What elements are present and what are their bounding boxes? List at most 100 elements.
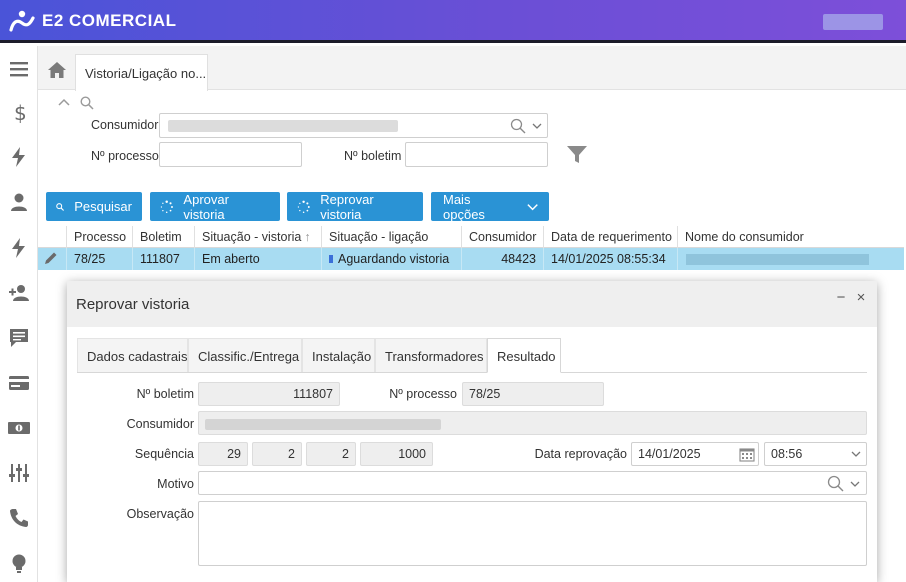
col-situacao-vistoria-label: Situação - vistoria bbox=[202, 230, 302, 244]
tab-instalacao[interactable]: Instalação bbox=[302, 338, 375, 373]
dollar-icon[interactable]: $ bbox=[0, 97, 38, 127]
menu-icon[interactable] bbox=[0, 54, 38, 84]
processo-input[interactable] bbox=[159, 142, 302, 167]
col-nome-consumidor[interactable]: Nome do consumidor bbox=[677, 226, 904, 248]
cell-consumidor: 48423 bbox=[461, 248, 543, 270]
sequencia-field-1: 29 bbox=[198, 442, 248, 466]
calendar-icon[interactable] bbox=[739, 447, 755, 462]
col-situacao-ligacao[interactable]: Situação - ligação bbox=[321, 226, 461, 248]
chevron-down-icon[interactable] bbox=[850, 481, 860, 488]
col-data-requerimento[interactable]: Data de requerimento bbox=[543, 226, 677, 248]
observacao-label: Observação bbox=[126, 507, 194, 521]
grid-header: Processo Boletim Situação - vistoria ↑ Si… bbox=[38, 226, 904, 248]
processo-field: 78/25 bbox=[462, 382, 604, 406]
consumidor-label: Consumidor bbox=[126, 417, 194, 431]
search-icon[interactable] bbox=[510, 118, 526, 134]
processo-label: Nº processo bbox=[389, 387, 457, 401]
cell-situacao-ligacao-text: Aguardando vistoria bbox=[338, 252, 450, 266]
bolt-icon[interactable] bbox=[0, 233, 38, 263]
reprovar-vistoria-dialog: Reprovar vistoria − × Dados cadastrais C… bbox=[67, 281, 877, 582]
aprovar-vistoria-label: Aprovar vistoria bbox=[183, 191, 229, 222]
processo-label: Nº processo bbox=[91, 149, 159, 163]
card-icon[interactable] bbox=[0, 368, 38, 398]
app-title: E2 COMERCIAL bbox=[42, 11, 177, 30]
data-reprovacao-value: 14/01/2025 bbox=[638, 447, 701, 461]
mais-opcoes-button[interactable]: Mais opções bbox=[431, 191, 549, 222]
brand-logo[interactable]: E2 COMERCIAL bbox=[9, 9, 176, 33]
sliders-icon[interactable] bbox=[0, 458, 38, 488]
consumidor-label: Consumidor bbox=[91, 118, 159, 132]
mais-opcoes-label: Mais opções bbox=[443, 191, 485, 222]
reprovar-vistoria-button[interactable]: Reprovar vistoria bbox=[287, 191, 423, 222]
chevron-down-icon[interactable] bbox=[532, 123, 542, 130]
home-icon[interactable] bbox=[46, 60, 68, 80]
hora-value: 08:56 bbox=[771, 447, 803, 461]
consumidor-field bbox=[198, 411, 867, 435]
hora-select[interactable]: 08:56 bbox=[764, 442, 867, 466]
sequencia-field-4: 1000 bbox=[360, 442, 433, 466]
user-add-icon[interactable] bbox=[0, 278, 38, 308]
tab-transformadores[interactable]: Transformadores bbox=[375, 338, 487, 373]
col-consumidor[interactable]: Consumidor bbox=[461, 226, 543, 248]
phone-icon[interactable] bbox=[0, 503, 38, 533]
nome-consumidor-redacted bbox=[686, 254, 869, 265]
data-reprovacao-input[interactable]: 14/01/2025 bbox=[631, 442, 759, 466]
chevron-down-icon[interactable] bbox=[851, 451, 861, 458]
app-header: E2 COMERCIAL bbox=[0, 0, 906, 43]
tab-divider bbox=[77, 372, 867, 373]
tab-vistoria-ligacao[interactable]: Vistoria/Ligação no... bbox=[75, 54, 208, 91]
cell-processo: 78/25 bbox=[66, 248, 132, 270]
sidebar: $ bbox=[0, 46, 38, 582]
user-name-redacted[interactable] bbox=[823, 14, 883, 30]
tab-dados-cadastrais[interactable]: Dados cadastrais bbox=[77, 338, 188, 373]
consumidor-value-redacted bbox=[205, 419, 441, 430]
cell-situacao-vistoria: Em aberto bbox=[194, 248, 321, 270]
cell-data-requerimento: 14/01/2025 08:55:34 bbox=[543, 248, 677, 270]
user-icon[interactable] bbox=[0, 187, 38, 217]
boletim-field: 111807 bbox=[198, 382, 340, 406]
col-situacao-vistoria[interactable]: Situação - vistoria ↑ bbox=[194, 226, 321, 248]
sequencia-field-3: 2 bbox=[306, 442, 356, 466]
spinner-icon bbox=[160, 199, 173, 213]
motivo-select[interactable] bbox=[198, 471, 867, 495]
data-reprovacao-label: Data reprovação bbox=[534, 447, 627, 461]
filter-panel: Consumidor Nº processo Nº boletim bbox=[38, 90, 906, 190]
sequencia-label: Sequência bbox=[134, 447, 194, 461]
sort-arrow-icon: ↑ bbox=[304, 230, 311, 244]
minimize-button[interactable]: − bbox=[833, 289, 849, 306]
status-marker-icon bbox=[329, 255, 333, 263]
filter-icon[interactable] bbox=[566, 145, 588, 168]
close-button[interactable]: × bbox=[853, 289, 869, 306]
col-boletim[interactable]: Boletim bbox=[132, 226, 194, 248]
comment-icon[interactable] bbox=[0, 323, 38, 353]
pesquisar-label: Pesquisar bbox=[74, 199, 132, 214]
bolt-icon[interactable] bbox=[0, 142, 38, 172]
dialog-header: Reprovar vistoria − × bbox=[67, 281, 877, 327]
motivo-label: Motivo bbox=[157, 477, 194, 491]
collapse-chevron-icon[interactable] bbox=[58, 96, 70, 110]
observacao-textarea[interactable] bbox=[198, 501, 867, 566]
reprovar-vistoria-label: Reprovar vistoria bbox=[320, 191, 374, 222]
bulb-icon[interactable] bbox=[0, 548, 38, 578]
cell-situacao-ligacao: Aguardando vistoria bbox=[321, 248, 461, 270]
spinner-icon bbox=[297, 200, 310, 213]
tab-resultado[interactable]: Resultado bbox=[487, 338, 561, 373]
tab-classific-entrega[interactable]: Classific./Entrega bbox=[188, 338, 302, 373]
cell-boletim: 111807 bbox=[132, 248, 194, 270]
pesquisar-button[interactable]: Pesquisar bbox=[46, 192, 142, 221]
aprovar-vistoria-button[interactable]: Aprovar vistoria bbox=[150, 191, 280, 222]
tab-bar: Vistoria/Ligação no... bbox=[38, 46, 906, 91]
boletim-label: Nº boletim bbox=[344, 149, 402, 163]
boletim-input[interactable] bbox=[405, 142, 548, 167]
consumidor-select[interactable] bbox=[159, 113, 548, 138]
search-icon[interactable] bbox=[827, 475, 844, 492]
boletim-label: Nº boletim bbox=[136, 387, 194, 401]
money-icon[interactable] bbox=[0, 413, 38, 443]
sequencia-field-2: 2 bbox=[252, 442, 302, 466]
chevron-down-icon bbox=[527, 203, 538, 210]
search-icon[interactable] bbox=[80, 96, 94, 113]
col-processo[interactable]: Processo bbox=[66, 226, 132, 248]
table-row[interactable]: 78/25 111807 Em aberto Aguardando vistor… bbox=[38, 248, 904, 270]
pencil-icon[interactable] bbox=[44, 251, 58, 268]
e2-logo-icon bbox=[9, 10, 35, 32]
